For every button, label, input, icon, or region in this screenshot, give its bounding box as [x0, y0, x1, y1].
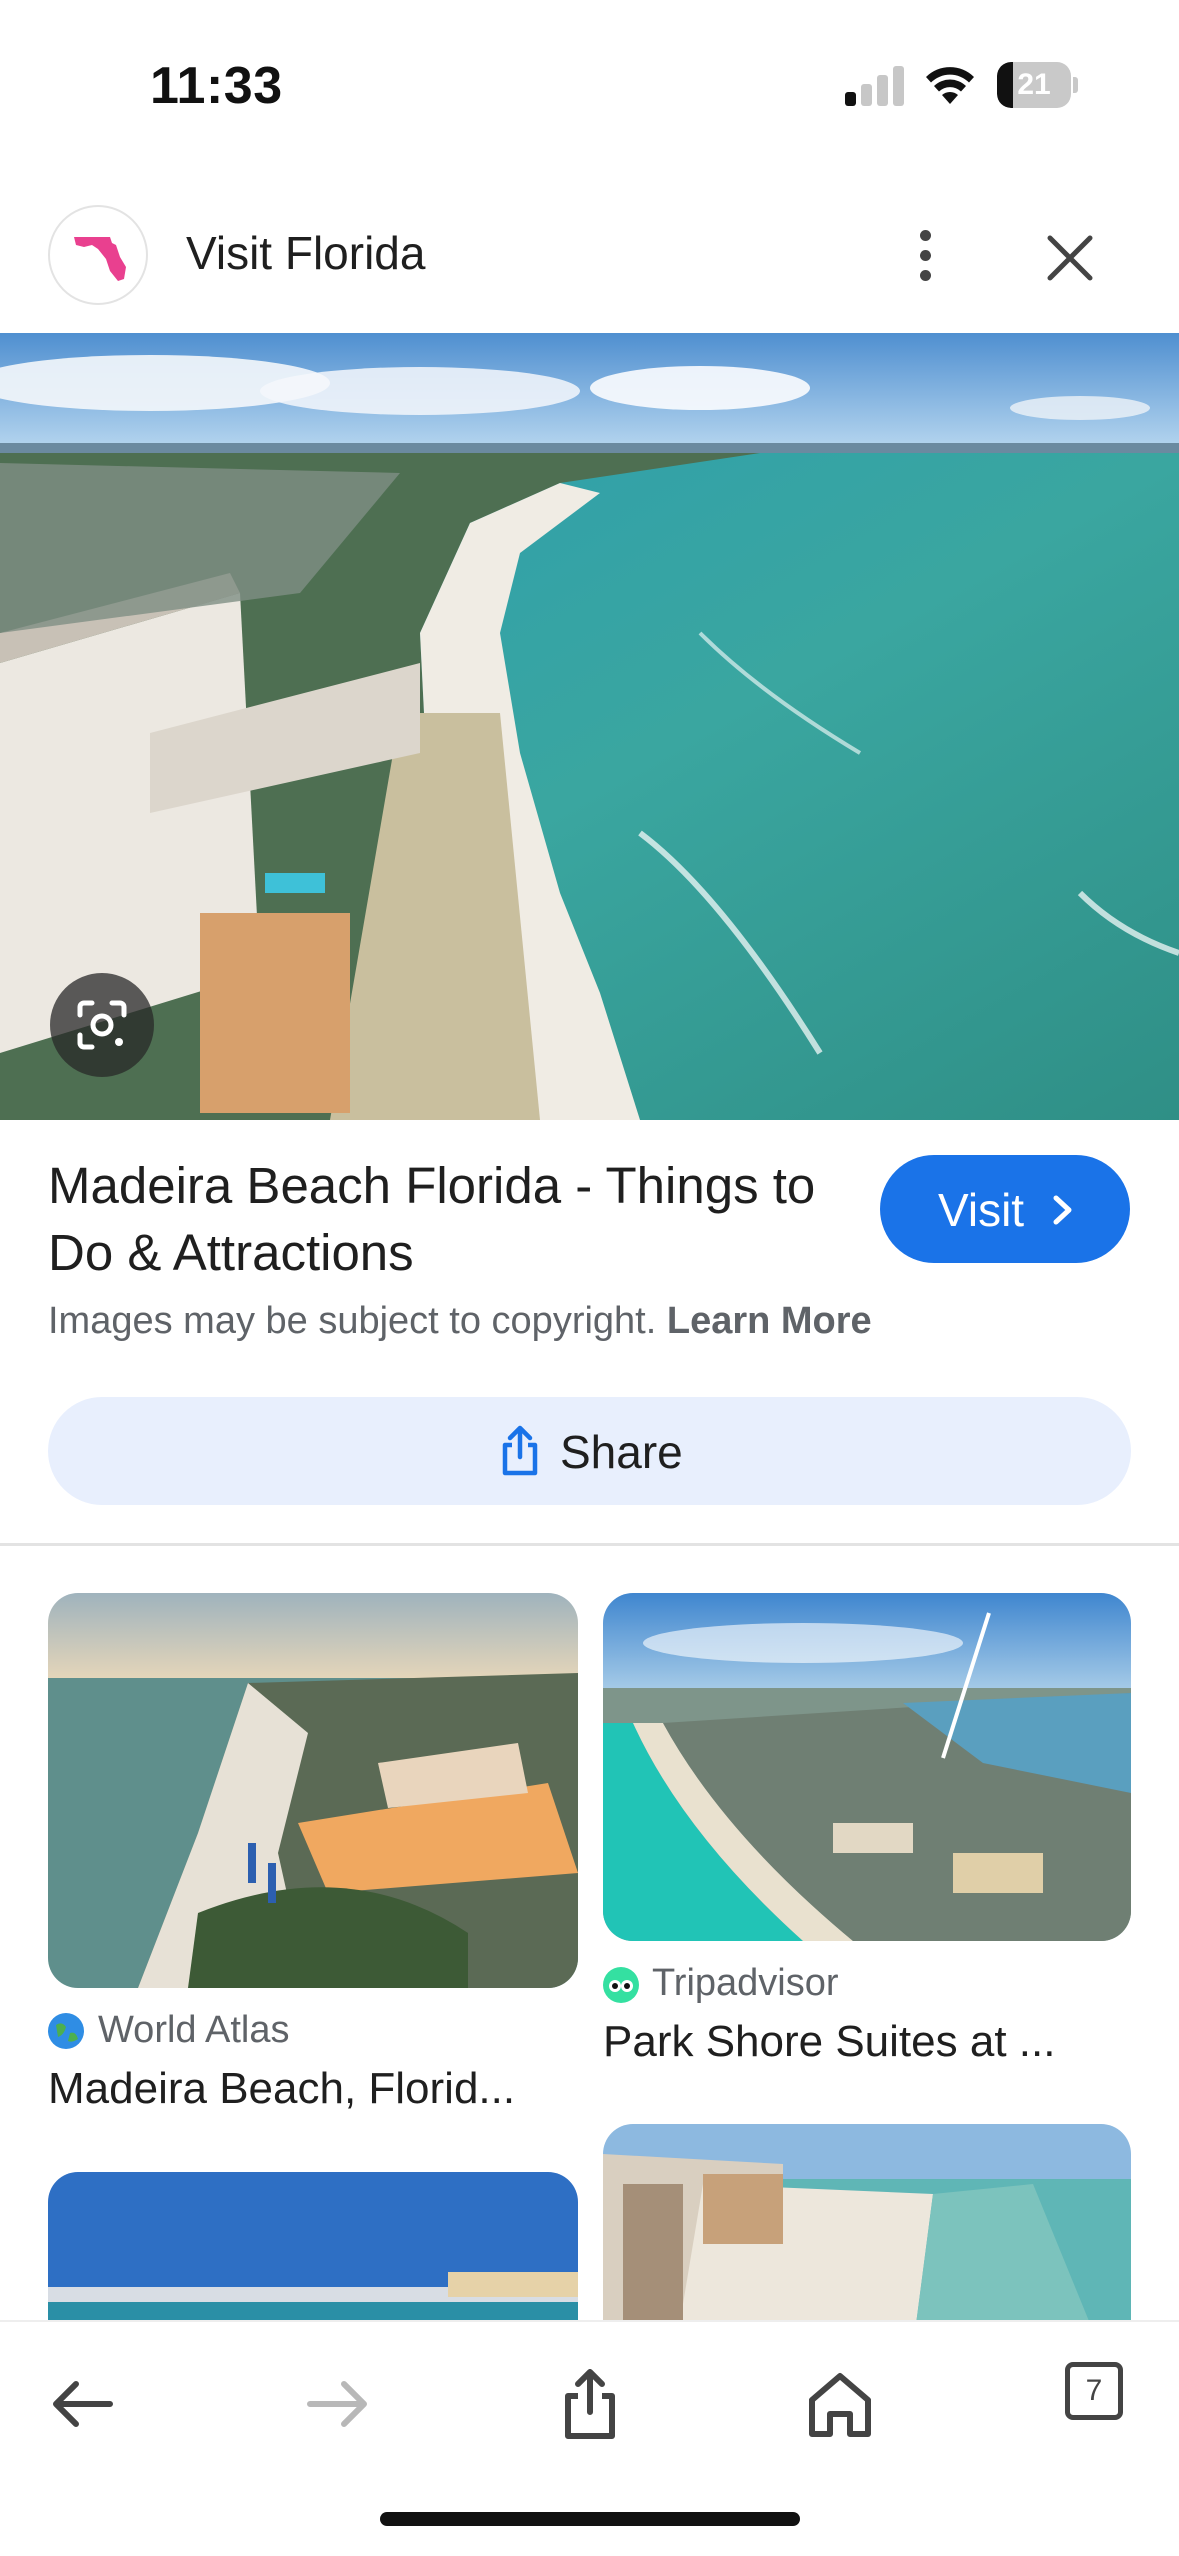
battery-icon: 21 [997, 62, 1078, 108]
share-icon [502, 1425, 538, 1476]
more-vert-icon[interactable] [896, 220, 956, 290]
tripadvisor-owl-icon [603, 1967, 639, 2003]
close-icon[interactable] [1040, 228, 1100, 288]
related-source-2[interactable]: Tripadvisor [652, 1962, 839, 2005]
share-button[interactable]: Share [48, 1397, 1131, 1505]
globe-icon [48, 2013, 84, 2049]
cellular-signal-icon [845, 64, 905, 106]
learn-more-link[interactable]: Learn More [667, 1300, 872, 1342]
florida-state-icon[interactable] [48, 205, 148, 305]
result-title[interactable]: Madeira Beach Florida - Things to Do & A… [48, 1152, 848, 1286]
back-arrow-icon[interactable] [44, 2364, 124, 2444]
status-bar: 11:33 21 [0, 0, 1179, 160]
battery-level: 21 [1017, 68, 1051, 101]
related-image-2[interactable] [603, 1593, 1131, 1941]
copyright-notice: Images may be subject to copyright. Lear… [48, 1300, 872, 1343]
forward-arrow-icon[interactable] [296, 2364, 376, 2444]
status-time: 11:33 [150, 57, 283, 115]
source-header: Visit Florida [0, 200, 1179, 330]
wifi-icon [926, 67, 974, 104]
google-lens-icon[interactable] [50, 973, 154, 1077]
visit-label: Visit [938, 1184, 1025, 1236]
share-icon[interactable] [550, 2364, 630, 2444]
related-source-1[interactable]: World Atlas [98, 2009, 289, 2052]
divider [0, 1543, 1179, 1546]
site-name[interactable]: Visit Florida [186, 226, 425, 280]
chevron-right-icon [1053, 1195, 1072, 1225]
home-icon[interactable] [800, 2364, 880, 2444]
hero-image[interactable] [0, 333, 1179, 1120]
copyright-text: Images may be subject to copyright. [48, 1300, 657, 1342]
related-image-1[interactable] [48, 1593, 578, 1988]
visit-button[interactable]: Visit [880, 1155, 1130, 1263]
related-title-2[interactable]: Park Shore Suites at ... [603, 2017, 1055, 2067]
tabs-icon[interactable]: 7 [1065, 2362, 1123, 2420]
related-title-1[interactable]: Madeira Beach, Florid... [48, 2064, 515, 2114]
home-indicator [380, 2512, 800, 2526]
share-label: Share [560, 1426, 683, 1478]
